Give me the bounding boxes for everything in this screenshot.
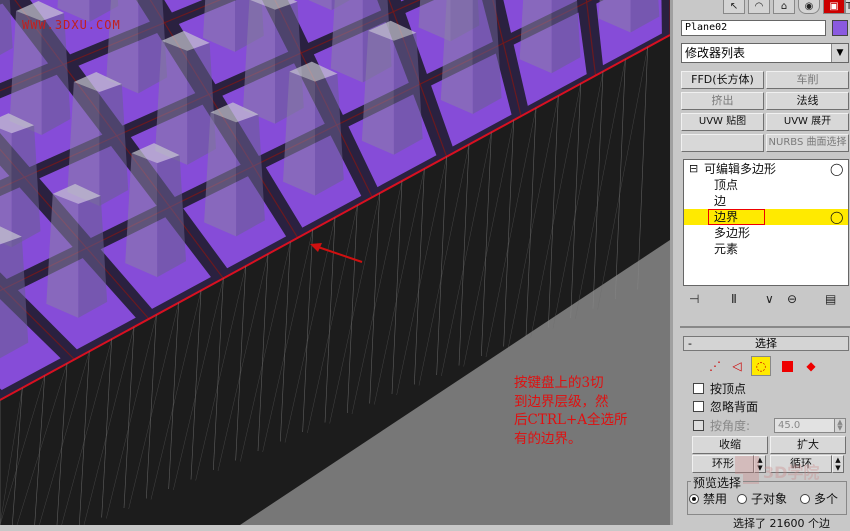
angle-spinner[interactable]: 45.0 ▲▼ [774, 418, 846, 433]
utilities-tab-icon[interactable]: T [845, 0, 850, 14]
empty-modifier-button[interactable] [681, 134, 764, 152]
polygon-mode-icon[interactable] [777, 356, 797, 376]
stack-item-vertex[interactable]: 顶点 [684, 177, 848, 193]
logo-text: 3D学院 [763, 463, 819, 482]
create-tab-icon[interactable]: ↖ [723, 0, 745, 14]
modifier-stack[interactable]: ⊟ 可编辑多边形 ◯ 顶点 边 边界 ◯ 多边形 元素 [683, 159, 849, 286]
radio-label: 禁用 [703, 492, 727, 506]
stack-item-label: 边 [714, 193, 726, 209]
stack-item-edge[interactable]: 边 [684, 193, 848, 209]
radio-label: 子对象 [751, 492, 787, 506]
make-unique-icon[interactable]: ∨ [765, 292, 774, 306]
stack-root-label: 可编辑多边形 [704, 161, 776, 177]
preview-selection-label: 预览选择 [691, 474, 743, 491]
display-tab-icon[interactable]: ▣ [823, 0, 845, 14]
vertex-mode-icon[interactable]: ⋰ [705, 356, 725, 376]
nurbs-surface-select-button[interactable]: NURBS 曲面选择 [766, 134, 849, 152]
checkbox-label: 按角度: [710, 419, 750, 433]
stack-item-element[interactable]: 元素 [684, 241, 848, 257]
ignore-backfacing-checkbox[interactable]: 忽略背面 [693, 400, 758, 414]
chevron-down-icon[interactable]: ▼ [831, 44, 848, 62]
stack-item-border[interactable]: 边界 ◯ [684, 209, 848, 225]
collapse-toggle: - [688, 337, 692, 350]
checkbox-label: 忽略背面 [710, 400, 758, 414]
stack-item-label: 顶点 [714, 177, 738, 193]
uvw-unwrap-button[interactable]: UVW 展开 [766, 113, 849, 131]
light-bulb-icon[interactable]: ◯ [830, 161, 843, 177]
motion-tab-icon[interactable]: ◉ [798, 0, 820, 14]
loop-spinner-icon[interactable]: ▲▼ [832, 455, 844, 473]
modify-tab-icon[interactable]: ◠ [748, 0, 770, 14]
preview-multi-radio[interactable]: 多个 [800, 490, 838, 507]
radio-label: 多个 [814, 492, 838, 506]
by-vertex-checkbox[interactable]: 按顶点 [693, 382, 746, 396]
lathe-button[interactable]: 车削 [766, 71, 849, 89]
stack-item-polygon[interactable]: 多边形 [684, 225, 848, 241]
rollout-title: 选择 [755, 337, 777, 350]
configure-sets-icon[interactable]: ▤ [825, 292, 836, 306]
modifier-list-dropdown[interactable]: 修改器列表 ▼ [681, 43, 849, 63]
stack-item-label: 元素 [714, 241, 738, 257]
rollout-divider [680, 326, 850, 328]
uvw-map-button[interactable]: UVW 贴图 [681, 113, 764, 131]
object-name-field[interactable]: Plane02 [681, 20, 826, 36]
preview-disabled-radio[interactable]: 禁用 [689, 490, 727, 507]
pin-stack-icon[interactable]: ⊣ [689, 292, 699, 306]
site-watermark: WWW.3DXU.COM [22, 18, 121, 32]
selection-rollout-header[interactable]: - 选择 [683, 336, 849, 351]
show-end-result-icon[interactable]: Ⅱ [731, 292, 737, 306]
ffd-box-button[interactable]: FFD(长方体) [681, 71, 764, 89]
light-bulb-icon[interactable]: ◯ [830, 209, 843, 225]
remove-modifier-icon[interactable]: ⊖ [787, 292, 797, 306]
modifier-list-label: 修改器列表 [685, 46, 745, 60]
edge-mode-icon[interactable]: ◁ [727, 356, 747, 376]
hierarchy-tab-icon[interactable]: ⌂ [773, 0, 795, 14]
spinner-arrows-icon[interactable]: ▲▼ [834, 419, 845, 432]
preview-subobject-radio[interactable]: 子对象 [737, 490, 787, 507]
annotation-text: 按键盘上的3切 到边界层级，然 后CTRL+A全选所 有的边界。 [514, 374, 628, 448]
selection-status-text: 选择了 21600 个边 [733, 515, 830, 531]
stack-item-label: 边界 [708, 209, 765, 225]
collapse-icon[interactable]: ⊟ [689, 161, 698, 177]
stack-toolbar: ⊣ Ⅱ ∨ ⊖ ▤ [683, 292, 849, 310]
element-mode-icon[interactable]: ◆ [801, 356, 821, 376]
stack-item-label: 多边形 [714, 225, 750, 241]
stack-root-row[interactable]: ⊟ 可编辑多边形 ◯ [684, 161, 848, 177]
normal-button[interactable]: 法线 [766, 92, 849, 110]
object-color-swatch[interactable] [832, 20, 848, 36]
perspective-viewport[interactable]: WWW.3DXU.COM 按键盘上的3切 到边界层级，然 后CTRL+A全选所 … [0, 0, 670, 525]
border-mode-icon[interactable]: ◌ [751, 356, 771, 376]
angle-value: 45.0 [778, 420, 800, 431]
command-panel: ↖ ◠ ⌂ ◉ ▣ T Plane02 修改器列表 ▼ FFD(长方体) 车削 … [670, 0, 850, 525]
by-angle-checkbox[interactable]: 按角度: [693, 419, 750, 433]
extrude-button[interactable]: 挤出 [681, 92, 764, 110]
checkbox-label: 按顶点 [710, 382, 746, 396]
